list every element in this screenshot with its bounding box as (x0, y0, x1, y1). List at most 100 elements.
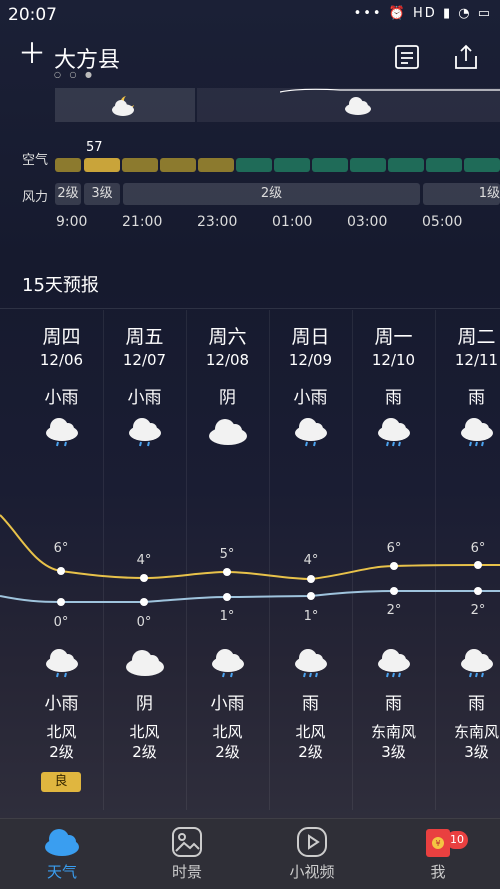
aq-bar (55, 158, 81, 172)
forecast-day-column[interactable]: 周日 12/09 小雨 (269, 322, 352, 450)
date: 12/08 (205, 351, 250, 369)
nav-video[interactable]: 小视频 (262, 825, 362, 882)
wind-direction: 东南风 (370, 723, 416, 741)
weekday: 周四 (42, 326, 81, 348)
divider (0, 308, 500, 309)
aq-bar (236, 158, 272, 172)
air-quality-bars (55, 158, 500, 172)
low-temp-point (223, 593, 231, 601)
forecast-day-column[interactable]: 周一 12/10 雨 (352, 322, 435, 450)
weekday: 周五 (125, 326, 164, 348)
nav-me[interactable]: ¥ 10 我 (388, 825, 488, 882)
wind-row: 风力 2级 3级 2级 1级 (0, 183, 500, 207)
forecast-day-column[interactable]: 周二 12/11 雨 (435, 322, 500, 450)
wind-level: 2级 (132, 743, 157, 761)
low-temp-point (390, 587, 398, 595)
aq-bar (312, 158, 348, 172)
page-indicator: ○ ○ ● (54, 70, 96, 79)
wind-segment: 1级 (423, 183, 500, 205)
wind-level: 2级 (49, 743, 74, 761)
wind-direction: 东南风 (453, 723, 499, 741)
forecast-day-column[interactable]: 周四 12/06 小雨 (20, 322, 103, 450)
high-temp-point (223, 568, 231, 576)
night-condition: 小雨 (44, 694, 79, 714)
forecast-day-column[interactable]: 周五 12/07 小雨 (103, 322, 186, 450)
date: 12/06 (39, 351, 84, 369)
add-city-icon[interactable]: ＋ (18, 40, 46, 68)
day-condition: 小雨 (293, 388, 328, 408)
rain-cloud-icon (45, 649, 78, 678)
nav-label: 我 (430, 863, 446, 881)
forecast-night-column[interactable]: 雨 东南风 3级 (352, 645, 435, 762)
picture-icon (172, 827, 202, 857)
low-temp-label: 0° (136, 615, 152, 630)
news-icon[interactable] (392, 42, 422, 72)
rain-cloud-icon (377, 649, 410, 678)
svg-text:¥: ¥ (435, 839, 440, 848)
forecast-day-column[interactable]: 周六 12/08 阴 (186, 322, 269, 450)
forecast-night-column[interactable]: 雨 北风 2级 (269, 645, 352, 762)
low-temp-point (307, 592, 315, 600)
status-icons: ••• ⏰ HD ▮ ◔ ▭ (353, 6, 492, 21)
night-condition: 雨 (385, 694, 402, 714)
wind-direction: 北风 (129, 723, 160, 741)
nav-scenery[interactable]: 时景 (137, 825, 237, 882)
forecast-title: 15天预报 (22, 275, 99, 296)
high-temp-label: 6° (470, 541, 486, 556)
bottom-nav: 天气 时景 小视频 ¥ 10 我 (0, 818, 500, 889)
aq-bar (388, 158, 424, 172)
weekday: 周六 (208, 326, 247, 348)
rain-cloud-icon (294, 418, 327, 447)
wind-direction: 北风 (212, 723, 243, 741)
hour-label: 9:00 (56, 214, 88, 230)
rain-cloud-icon (45, 418, 78, 447)
day-condition: 阴 (219, 388, 236, 408)
wind-segment: 2级 (55, 183, 81, 205)
date: 12/09 (288, 351, 333, 369)
weekday: 周二 (457, 326, 496, 348)
high-temp-label: 6° (53, 541, 69, 556)
forecast-night-column[interactable]: 阴 北风 2级 (103, 645, 186, 762)
high-temp-point (307, 575, 315, 583)
hourly-times: 9:00 21:00 23:00 01:00 03:00 05:00 (0, 214, 500, 234)
aq-bar (160, 158, 196, 172)
date: 12/11 (454, 351, 499, 369)
rain-cloud-icon (460, 418, 493, 447)
hour-label: 05:00 (422, 214, 463, 230)
nav-label: 小视频 (289, 863, 335, 881)
forecast-night-column[interactable]: 小雨 北风 2级 (20, 645, 103, 762)
rain-cloud-icon (460, 649, 493, 678)
forecast-night-column[interactable]: 小雨 北风 2级 (186, 645, 269, 762)
weekday: 周日 (291, 326, 330, 348)
low-temp-point (57, 598, 65, 606)
nav-weather[interactable]: 天气 (12, 825, 112, 882)
high-temp-point (140, 574, 148, 582)
air-quality-value: 57 (86, 140, 103, 155)
weather-cloud-icon (45, 829, 79, 856)
low-temp-label: 2° (470, 603, 486, 618)
status-time: 20:07 (8, 5, 57, 25)
nav-label: 天气 (46, 863, 77, 881)
night-condition: 雨 (468, 694, 485, 714)
high-temp-label: 5° (219, 547, 235, 562)
wind-level: 2级 (298, 743, 323, 761)
share-icon[interactable] (451, 42, 481, 72)
date: 12/10 (371, 351, 416, 369)
wind-level: 3级 (381, 743, 406, 761)
hour-label: 21:00 (122, 214, 163, 230)
night-condition: 阴 (136, 694, 153, 714)
aq-bar (464, 158, 500, 172)
day-condition: 雨 (468, 388, 485, 408)
low-temp-line (0, 590, 500, 603)
forecast-night-column[interactable]: 雨 东南风 3级 (435, 645, 500, 762)
low-temp-point (140, 598, 148, 606)
high-temp-label: 4° (303, 553, 319, 568)
rain-cloud-icon (128, 418, 161, 447)
high-temp-point (474, 561, 482, 569)
rain-cloud-icon (377, 418, 410, 447)
day-condition: 雨 (385, 388, 402, 408)
night-condition: 雨 (302, 694, 319, 714)
aq-bar (122, 158, 158, 172)
day-condition: 小雨 (44, 388, 79, 408)
high-temp-point (390, 562, 398, 570)
